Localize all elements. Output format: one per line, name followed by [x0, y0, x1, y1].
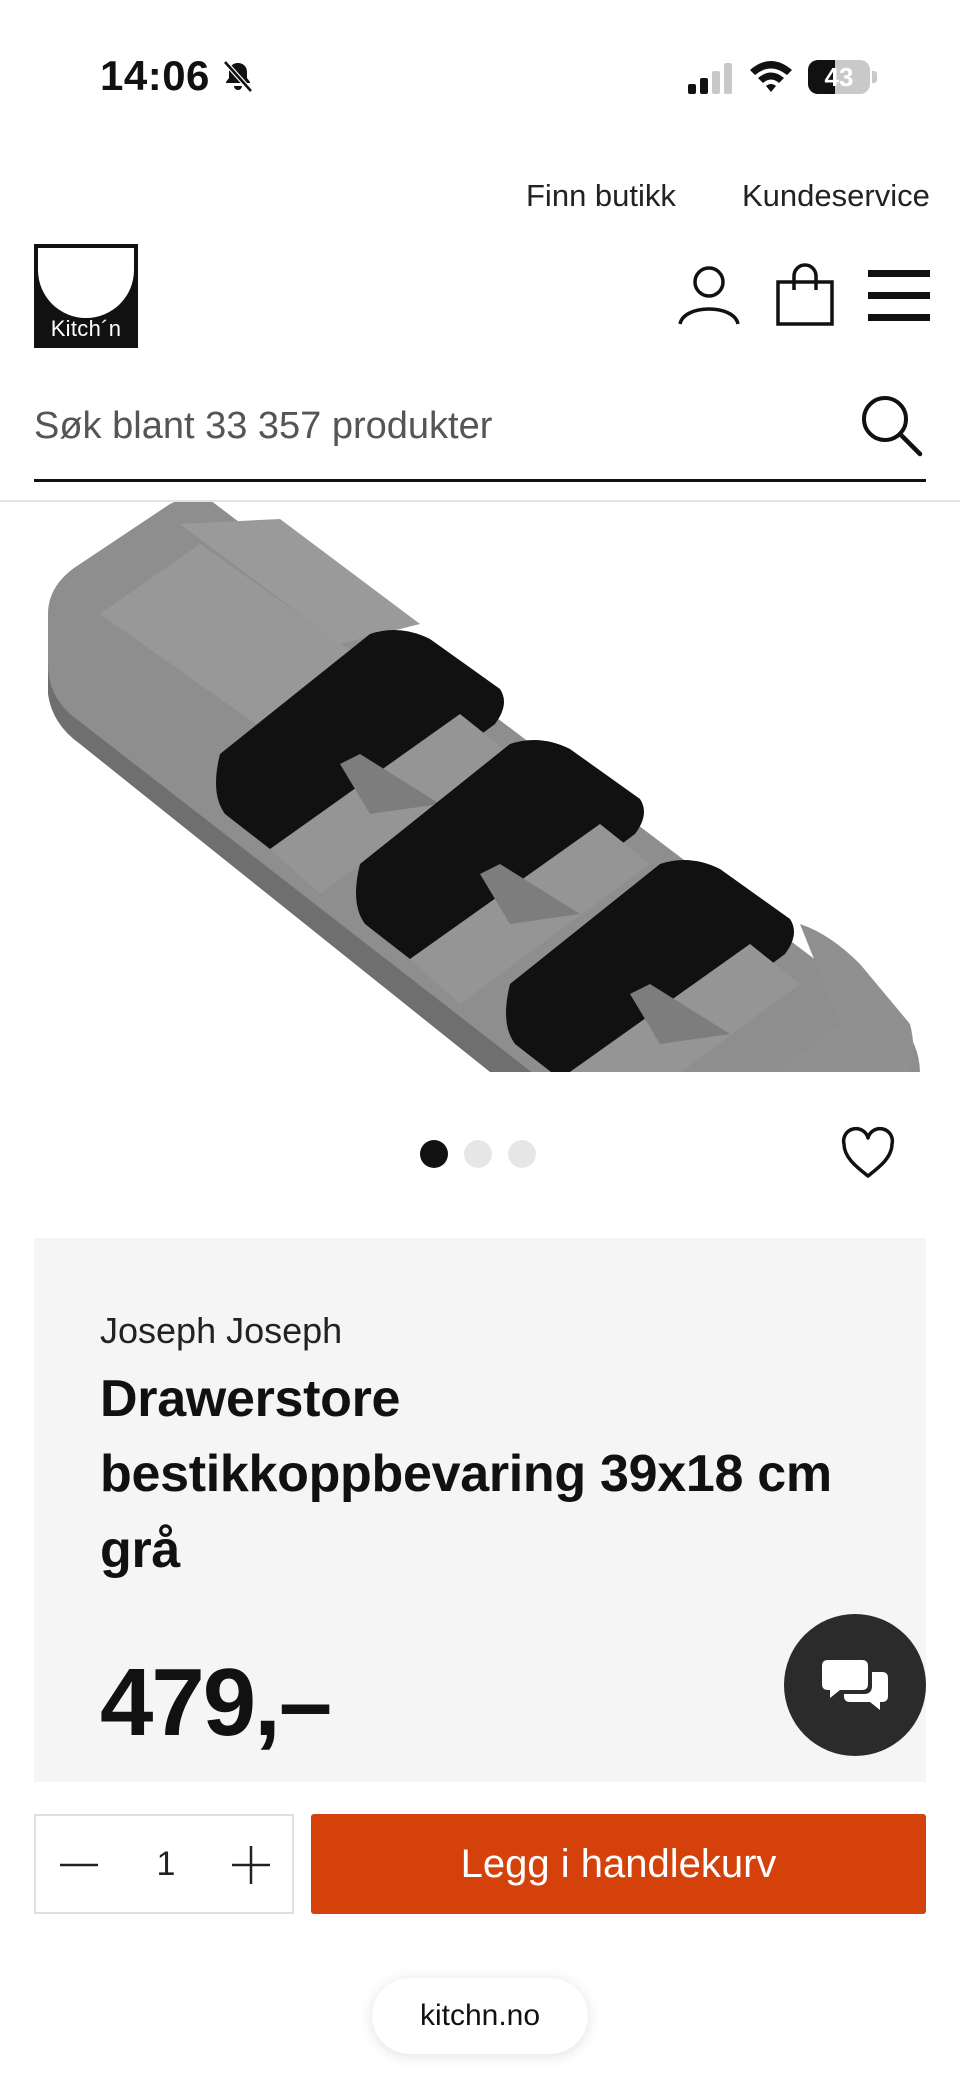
search-bar	[34, 380, 926, 482]
bell-slash-icon	[223, 60, 253, 93]
hamburger-menu-icon[interactable]	[866, 262, 932, 328]
chat-button[interactable]	[784, 1614, 926, 1756]
plus-icon[interactable]	[226, 1840, 276, 1890]
minus-icon[interactable]	[54, 1840, 104, 1890]
logo-text: Kitch´n	[50, 316, 122, 341]
wifi-icon	[750, 61, 792, 92]
product-brand[interactable]: Joseph Joseph	[100, 1310, 342, 1352]
carousel-dot-3[interactable]	[508, 1140, 536, 1168]
carousel-dot-2[interactable]	[464, 1140, 492, 1168]
shopping-bag-icon[interactable]	[772, 262, 838, 328]
find-store-link[interactable]: Finn butikk	[526, 178, 676, 214]
search-icon[interactable]	[858, 392, 924, 458]
chat-bubbles-icon	[822, 1660, 888, 1710]
product-image[interactable]	[0, 502, 960, 1072]
status-bar: 14:06 43	[0, 0, 960, 150]
battery-level: 43	[824, 62, 854, 92]
heart-icon[interactable]	[840, 1126, 896, 1182]
kitchn-logo[interactable]: Kitch´n	[34, 244, 138, 348]
status-time: 14:06	[100, 52, 210, 99]
product-price: 479,–	[100, 1649, 332, 1756]
cellular-signal-icon	[688, 63, 732, 94]
product-title: Drawerstore bestikkoppbevaring 39x18 cm …	[100, 1370, 832, 1579]
search-input[interactable]	[34, 396, 834, 456]
browser-url-bar[interactable]: kitchn.no	[372, 1978, 588, 2054]
user-icon[interactable]	[676, 262, 742, 328]
battery-icon: 43	[808, 60, 877, 94]
customer-service-link[interactable]: Kundeservice	[742, 178, 930, 214]
add-to-cart-button[interactable]: Legg i handlekurv	[311, 1814, 926, 1914]
quantity-stepper: 1	[34, 1814, 294, 1914]
cutlery-organizer-illustration	[48, 502, 920, 1072]
quantity-value[interactable]: 1	[136, 1816, 196, 1912]
carousel-dot-1[interactable]	[420, 1140, 448, 1168]
